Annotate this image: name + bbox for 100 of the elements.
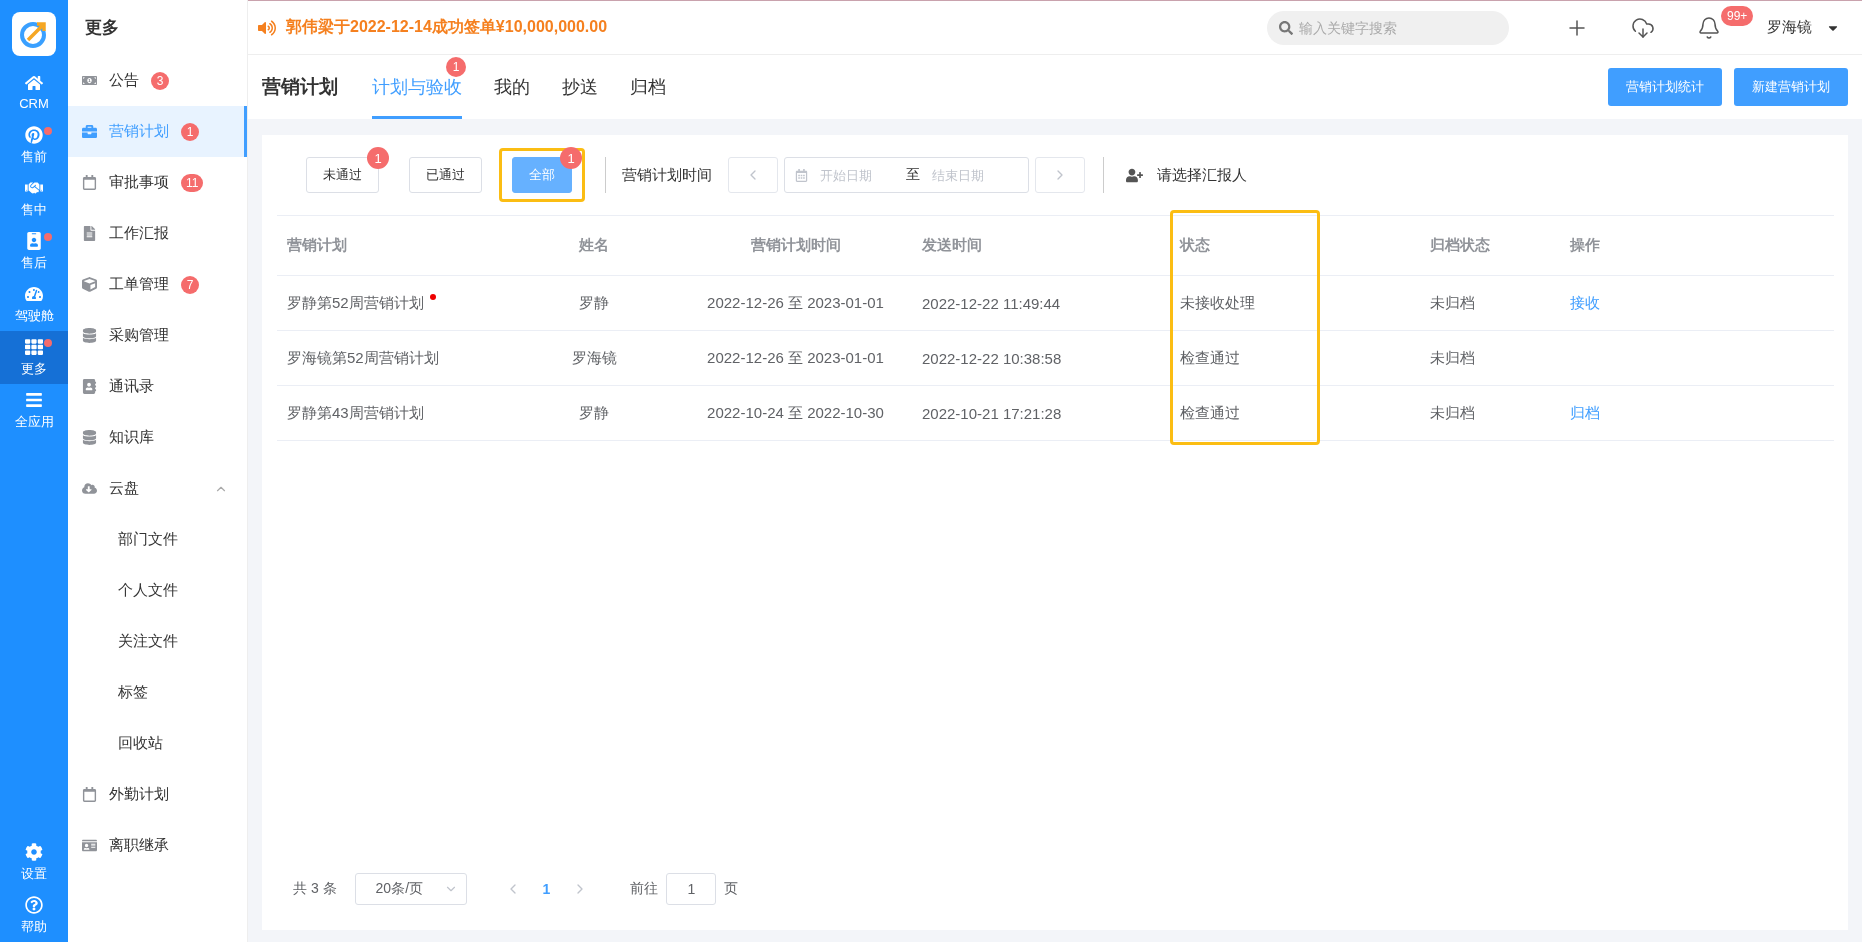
sidebar-label: 标签 xyxy=(118,683,148,702)
sidebar-label: 回收站 xyxy=(118,734,163,753)
sidebar-label: 外勤计划 xyxy=(109,785,169,804)
gauge-icon xyxy=(25,284,43,303)
sidebar-label: 关注文件 xyxy=(118,632,178,651)
settings-icon xyxy=(25,842,43,861)
table-cell: 罗静 xyxy=(509,276,679,331)
sidebar-item[interactable]: 公告 3 xyxy=(68,55,247,106)
table-cell: 检查通过 xyxy=(1170,386,1420,441)
menu-icon xyxy=(25,390,43,409)
banknote-icon xyxy=(82,73,97,88)
speaker-icon xyxy=(258,18,276,37)
app-logo[interactable] xyxy=(12,12,56,56)
search-icon xyxy=(1279,20,1293,35)
table-cell: 2022-12-26 至 2023-01-01 xyxy=(679,331,912,386)
rail-label: 帮助 xyxy=(21,917,47,936)
table-cell: 2022-10-21 17:21:28 xyxy=(912,386,1170,441)
sidebar-item[interactable]: 外勤计划 xyxy=(68,769,247,820)
calendar-icon xyxy=(82,175,97,190)
cube-icon xyxy=(82,277,97,292)
rail-label: 售后 xyxy=(21,253,47,272)
search-field[interactable]: 输入关键字搜索 xyxy=(1267,10,1509,45)
table-cell: 罗静 xyxy=(509,386,679,441)
sidebar-title: 更多 xyxy=(84,17,120,39)
filter-label: 营销计划时间 xyxy=(622,165,712,185)
table-cell: 未归档 xyxy=(1420,386,1560,441)
page-title: 营销计划 xyxy=(262,75,338,99)
sidebar-subitem[interactable]: 关注文件 xyxy=(68,616,247,667)
table-cell: 罗静第43周营销计划 xyxy=(287,403,424,423)
calendar-icon xyxy=(795,168,808,182)
table-cell: 罗海镜第52周营销计划 xyxy=(287,348,439,368)
id-card-icon xyxy=(82,838,97,853)
filter-button[interactable]: 已通过 xyxy=(409,157,482,193)
bell-icon xyxy=(1697,15,1721,40)
rail-label: 设置 xyxy=(21,864,47,883)
user-plus-icon xyxy=(1126,166,1143,184)
calendar-icon xyxy=(82,787,97,802)
count-badge: 1 xyxy=(367,147,389,169)
column-header: 操作 xyxy=(1560,216,1834,276)
cloud-download-icon xyxy=(82,481,97,496)
cloud-download-icon xyxy=(1631,15,1655,40)
tab[interactable]: 我的 xyxy=(494,55,530,119)
rail-label: 售前 xyxy=(21,147,47,166)
column-header: 归档状态 xyxy=(1420,216,1560,276)
rail-label: 驾驶舱 xyxy=(14,306,54,325)
reporter-select[interactable]: 请选择汇报人 xyxy=(1120,164,1253,186)
user-menu[interactable]: 罗海镜 xyxy=(1761,17,1846,38)
sidebar-subitem[interactable]: 部门文件 xyxy=(68,514,247,565)
table-cell: 罗静第52周营销计划 xyxy=(287,293,424,313)
sidebar-item[interactable]: 知识库 xyxy=(68,412,247,463)
table-cell: 2022-12-22 10:38:58 xyxy=(912,331,1170,386)
sidebar-label: 审批事项 xyxy=(109,173,169,192)
help-icon xyxy=(25,895,43,914)
rail-label: 全应用 xyxy=(14,412,54,431)
sidebar-subitem[interactable]: 标签 xyxy=(68,667,247,718)
count-badge: 1 xyxy=(560,147,582,169)
sidebar-item[interactable]: 云盘 xyxy=(68,463,247,514)
rail-label: CRM xyxy=(19,96,49,111)
column-header: 营销计划 xyxy=(277,216,509,276)
sidebar-item[interactable]: 通讯录 xyxy=(68,361,247,412)
tab[interactable]: 归档 xyxy=(630,55,666,119)
count-badge: 1 xyxy=(446,57,466,77)
rail-label: 更多 xyxy=(21,359,47,378)
rail-label: 售中 xyxy=(21,200,47,219)
count-badge: 3 xyxy=(151,71,169,90)
sidebar-label: 采购管理 xyxy=(109,326,169,345)
range-separator: 至 xyxy=(906,166,920,184)
tab[interactable]: 抄送 xyxy=(562,55,598,119)
page-suffix: 页 xyxy=(724,880,739,898)
column-header: 姓名 xyxy=(509,216,679,276)
database-icon xyxy=(82,328,97,343)
total-count: 共 3 条 xyxy=(293,880,337,898)
sidebar-subitem[interactable]: 回收站 xyxy=(68,718,247,769)
sidebar-label: 离职继承 xyxy=(109,836,169,855)
database-icon xyxy=(82,430,97,445)
table-cell: 2022-12-22 11:49:44 xyxy=(912,276,1170,331)
count-badge: 7 xyxy=(181,275,199,294)
sidebar-item[interactable]: 工作汇报 xyxy=(68,208,247,259)
page-input[interactable]: 1 xyxy=(666,873,717,905)
sidebar-label: 部门文件 xyxy=(118,530,178,549)
sidebar-label: 公告 xyxy=(109,71,139,90)
count-badge: 1 xyxy=(181,122,199,141)
briefcase-icon xyxy=(82,124,97,139)
sidebar-item[interactable]: 离职继承 xyxy=(68,820,247,871)
notice-text: 郭伟梁于2022-12-14成功签单¥10,000,000.00 xyxy=(286,17,608,37)
page-size-select[interactable]: 20条/页 xyxy=(354,873,467,905)
sidebar-label: 个人文件 xyxy=(118,581,178,600)
table-cell: 未归档 xyxy=(1420,331,1560,386)
rail-item[interactable]: 更多 xyxy=(0,331,68,384)
table-cell: 检查通过 xyxy=(1170,331,1420,386)
grid-icon xyxy=(25,337,43,356)
badge-icon xyxy=(25,231,43,250)
contact-card-icon xyxy=(82,379,97,394)
table-cell: 罗海镜 xyxy=(509,331,679,386)
sidebar-item[interactable]: 工单管理 7 xyxy=(68,259,247,310)
home-icon xyxy=(25,74,43,92)
sidebar-item[interactable]: 审批事项 11 xyxy=(68,157,247,208)
sidebar-item[interactable]: 采购管理 xyxy=(68,310,247,361)
sidebar-subitem[interactable]: 个人文件 xyxy=(68,565,247,616)
sidebar-label: 知识库 xyxy=(109,428,154,447)
